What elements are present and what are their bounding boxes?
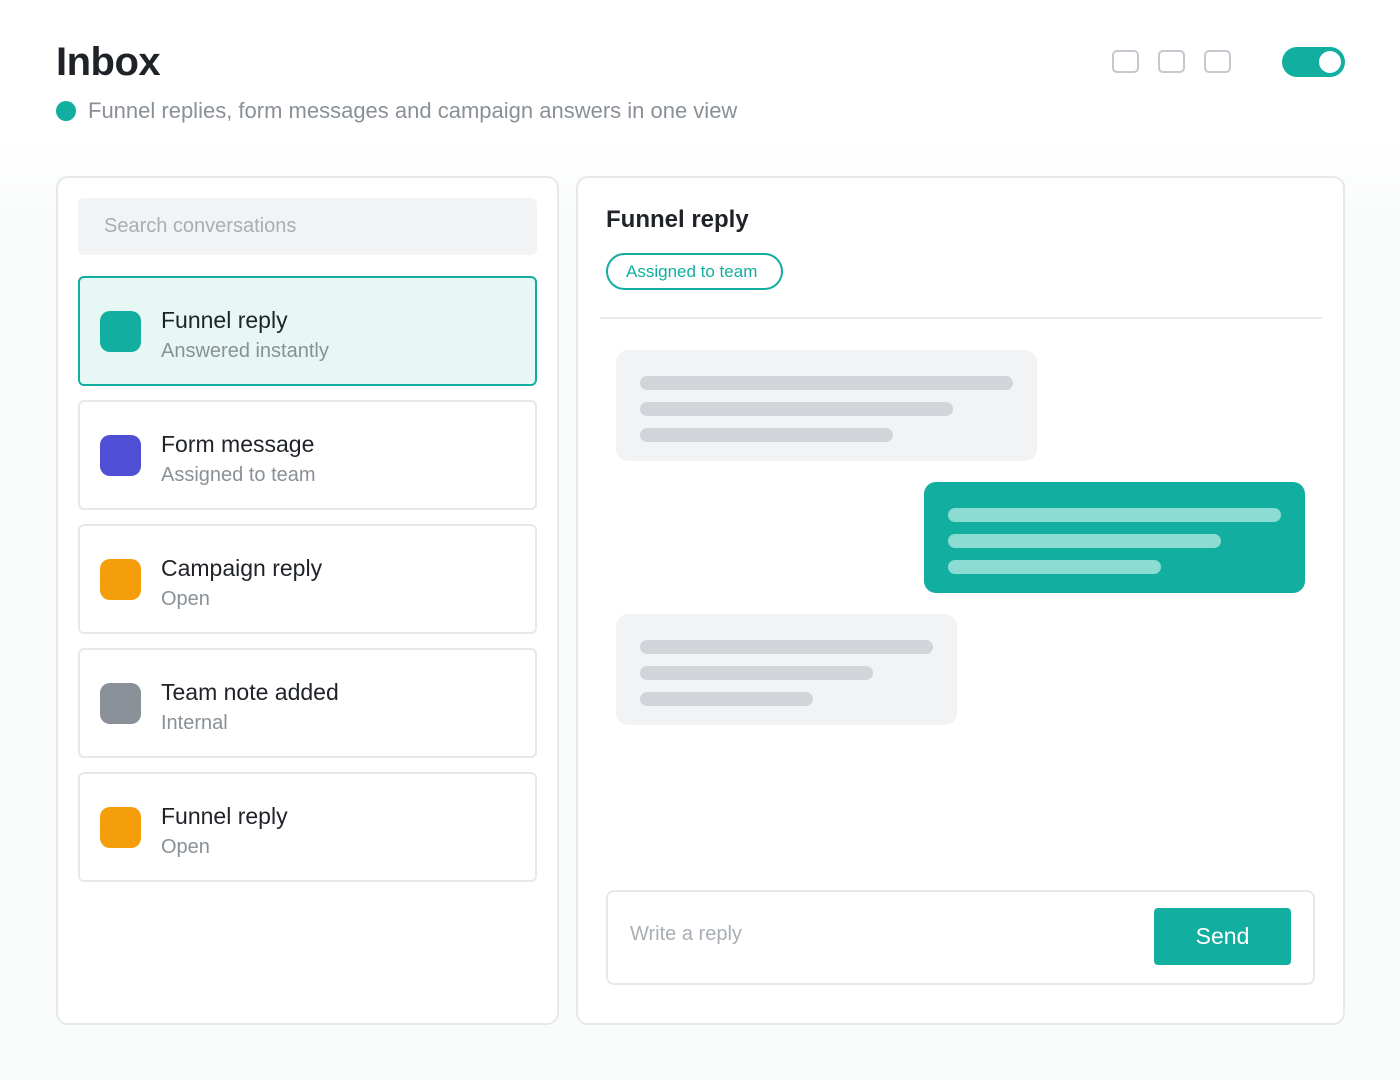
conversation-avatar [100, 683, 141, 724]
conversation-item[interactable]: Form message Assigned to team [78, 400, 537, 510]
incoming-message-bubble [616, 350, 1037, 461]
conversation-item[interactable]: Funnel reply Open [78, 772, 537, 882]
subtitle-row: Funnel replies, form messages and campai… [56, 98, 737, 124]
square-icon[interactable] [1112, 50, 1139, 73]
conversation-title: Team note added [161, 679, 339, 705]
thread-panel: Funnel reply Assigned to team Send [576, 176, 1345, 1025]
message-text-placeholder [640, 376, 1013, 390]
message-text-placeholder [640, 402, 953, 416]
conversation-status: Internal [161, 712, 228, 734]
page-subtitle: Funnel replies, form messages and campai… [88, 98, 738, 123]
message-text-placeholder [640, 692, 813, 706]
incoming-message-bubble [616, 614, 957, 725]
conversation-title: Funnel reply [161, 307, 288, 333]
window-controls [1112, 50, 1250, 73]
message-text-placeholder [640, 428, 893, 442]
message-text-placeholder [948, 560, 1161, 574]
conversation-avatar [100, 311, 141, 352]
conversation-item[interactable]: Team note added Internal [78, 648, 537, 758]
message-text-placeholder [640, 640, 933, 654]
conversation-title: Funnel reply [161, 803, 288, 829]
thread-title: Funnel reply [606, 206, 749, 233]
assignment-badge[interactable]: Assigned to team [606, 253, 784, 290]
outgoing-message-bubble [924, 482, 1305, 593]
conversation-title: Form message [161, 431, 315, 457]
conversation-status: Answered instantly [161, 340, 329, 362]
page-title: Inbox [56, 40, 161, 84]
conversation-avatar [100, 435, 141, 476]
conversation-item[interactable]: Funnel reply Answered instantly [78, 276, 537, 386]
message-text-placeholder [640, 666, 873, 680]
conversation-list-panel: Funnel reply Answered instantly Form mes… [56, 176, 559, 1025]
conversation-status: Open [161, 836, 210, 858]
message-text-placeholder [948, 534, 1221, 548]
conversation-avatar [100, 807, 141, 848]
thread-divider [600, 317, 1322, 319]
square-icon[interactable] [1158, 50, 1185, 73]
conversation-status: Assigned to team [161, 464, 316, 486]
search-input[interactable] [78, 198, 537, 255]
message-text-placeholder [948, 508, 1281, 522]
conversation-avatar [100, 559, 141, 600]
status-dot-icon [56, 101, 76, 121]
send-button[interactable]: Send [1154, 908, 1291, 965]
conversation-status: Open [161, 588, 210, 610]
toggle-knob [1319, 51, 1341, 73]
reply-composer: Send [606, 890, 1315, 985]
conversation-item[interactable]: Campaign reply Open [78, 524, 537, 634]
header-toggle[interactable] [1282, 47, 1345, 77]
square-icon[interactable] [1204, 50, 1231, 73]
conversation-title: Campaign reply [161, 555, 323, 581]
reply-input[interactable] [630, 917, 1130, 951]
